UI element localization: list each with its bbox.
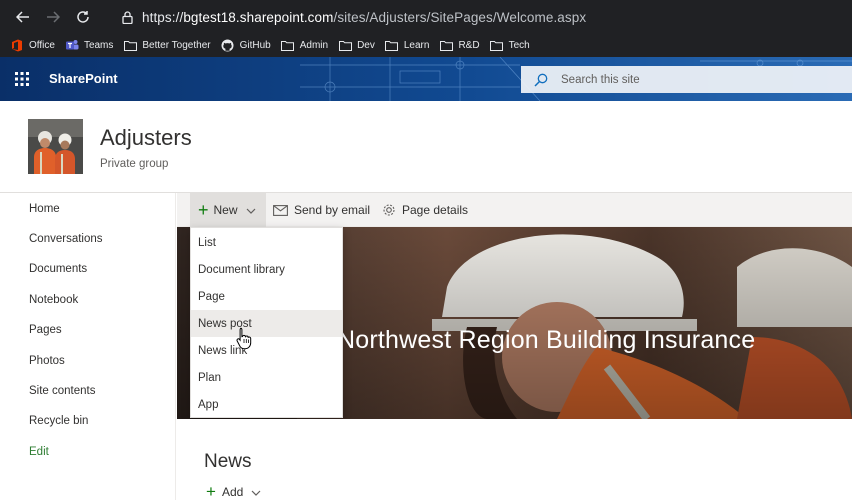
address-bar[interactable]: https://bgtest18.sharepoint.com/sites/Ad… [112, 4, 852, 30]
bookmark-learn[interactable]: Learn [385, 38, 430, 52]
send-by-email-button[interactable]: Send by email [273, 193, 370, 227]
suite-bar: SharePoint [0, 57, 852, 101]
app-launcher-button[interactable] [12, 69, 32, 89]
folder-icon [123, 38, 137, 52]
folder-icon [281, 38, 295, 52]
folder-icon [385, 38, 399, 52]
bookmark-teams[interactable]: Teams [65, 38, 113, 52]
site-logo[interactable] [28, 119, 83, 174]
bookmark-label: Better Together [142, 39, 211, 51]
nav-item-photos[interactable]: Photos [29, 355, 65, 367]
site-title[interactable]: Adjusters [100, 125, 192, 151]
bookmark-tech[interactable]: Tech [490, 38, 530, 52]
send-by-email-label: Send by email [294, 203, 371, 217]
bookmark-label: Dev [357, 39, 375, 51]
lock-icon [112, 10, 142, 24]
bookmark-label: Learn [403, 39, 430, 51]
back-button[interactable] [8, 0, 38, 33]
mail-icon [273, 204, 288, 216]
chevron-down-icon [246, 203, 256, 217]
bookmark-github[interactable]: GitHub [221, 38, 271, 52]
command-bar: + New Send by email Page details [177, 193, 852, 227]
bookmark-label: R&D [458, 39, 480, 51]
search-input[interactable] [561, 73, 821, 86]
folder-icon [338, 38, 352, 52]
nav-item-notebook[interactable]: Notebook [29, 294, 78, 306]
bookmark-office[interactable]: Office [10, 38, 55, 52]
menu-item-news-link[interactable]: News link [191, 337, 342, 364]
reload-icon [77, 10, 89, 23]
bookmarks-bar: Office Teams Better Together GitHub Admi… [0, 33, 852, 57]
bookmark-rnd[interactable]: R&D [439, 38, 480, 52]
new-dropdown-menu: List Document library Page News post New… [190, 227, 343, 418]
nav-item-home[interactable]: Home [29, 203, 60, 215]
menu-item-list[interactable]: List [191, 229, 342, 256]
bookmark-better-together[interactable]: Better Together [123, 38, 211, 52]
url-text: https://bgtest18.sharepoint.com/sites/Ad… [142, 10, 586, 25]
bookmark-label: Admin [299, 39, 329, 51]
bookmark-admin[interactable]: Admin [281, 38, 328, 52]
forward-arrow-icon [47, 10, 60, 23]
waffle-icon [15, 72, 29, 86]
menu-item-plan[interactable]: Plan [191, 364, 342, 391]
url-scheme: https:// [142, 9, 184, 25]
back-arrow-icon [16, 10, 29, 23]
teams-icon [65, 38, 79, 52]
main-content: News + Add [177, 419, 852, 500]
new-button-label: New [213, 203, 238, 217]
menu-item-app[interactable]: App [191, 391, 342, 418]
folder-icon [439, 38, 453, 52]
sharepoint-app-title[interactable]: SharePoint [49, 71, 118, 86]
plus-icon: + [198, 200, 209, 220]
menu-item-news-post[interactable]: News post [191, 310, 342, 337]
left-navigation: Home Conversations Documents Notebook Pa… [0, 193, 176, 500]
hand-pointer-cursor-icon [236, 327, 252, 350]
site-search-box[interactable] [521, 66, 852, 93]
page-details-button[interactable]: Page details [382, 193, 468, 227]
plus-icon: + [206, 482, 216, 500]
reload-button[interactable] [68, 0, 98, 33]
new-button[interactable]: + New [190, 193, 266, 227]
nav-item-documents[interactable]: Documents [29, 263, 87, 275]
office-icon [10, 38, 24, 52]
nav-item-pages[interactable]: Pages [29, 324, 62, 336]
site-header: Adjusters Private group [0, 101, 852, 193]
news-add-button[interactable]: + Add [206, 483, 261, 500]
news-section-title[interactable]: News [204, 451, 252, 473]
menu-item-document-library[interactable]: Document library [191, 256, 342, 283]
url-path: /sites/Adjusters/SitePages/Welcome.aspx [333, 9, 587, 25]
page-details-label: Page details [402, 203, 469, 217]
github-icon [221, 38, 235, 52]
site-subtitle: Private group [100, 158, 169, 170]
gear-icon [382, 203, 396, 217]
bookmark-label: Tech [508, 39, 530, 51]
bookmark-label: Teams [83, 39, 114, 51]
search-icon [521, 73, 561, 87]
nav-item-site-contents[interactable]: Site contents [29, 385, 95, 397]
news-add-label: Add [221, 484, 244, 499]
url-host: bgtest18.sharepoint.com [183, 9, 334, 25]
bookmark-label: GitHub [239, 39, 271, 51]
nav-item-recycle-bin[interactable]: Recycle bin [29, 415, 88, 427]
chevron-down-icon [251, 485, 261, 499]
nav-edit-link[interactable]: Edit [29, 446, 49, 458]
forward-button[interactable] [38, 0, 68, 33]
folder-icon [490, 38, 504, 52]
bookmark-label: Office [29, 39, 55, 51]
bookmark-dev[interactable]: Dev [338, 38, 375, 52]
nav-item-conversations[interactable]: Conversations [29, 233, 103, 245]
hero-title: Northwest Region Building Insurance [337, 326, 756, 354]
menu-item-page[interactable]: Page [191, 283, 342, 310]
site-logo-image [28, 119, 83, 174]
